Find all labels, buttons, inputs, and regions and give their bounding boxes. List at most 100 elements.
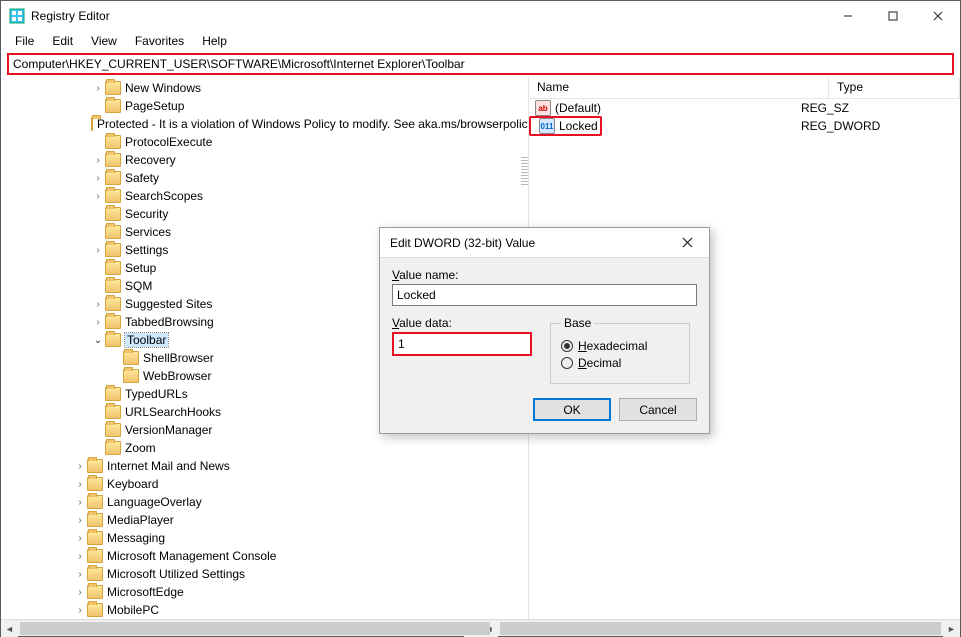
folder-icon xyxy=(105,99,121,113)
folder-icon xyxy=(105,333,121,347)
chevron-right-icon[interactable]: › xyxy=(73,515,87,526)
scrollbar-thumb[interactable] xyxy=(20,622,490,635)
tree-item[interactable]: ›Messaging xyxy=(1,529,528,547)
folder-icon xyxy=(87,495,103,509)
tree-item[interactable]: ›SearchScopes xyxy=(1,187,528,205)
scroll-left-icon[interactable]: ◄ xyxy=(1,620,18,637)
string-value-icon: ab xyxy=(535,100,551,116)
tree-item-label: Services xyxy=(125,225,171,239)
chevron-right-icon[interactable]: › xyxy=(91,317,105,328)
folder-icon xyxy=(105,279,121,293)
scrollbar-horiz[interactable]: ◄ ► ◄ ► xyxy=(1,619,960,636)
value-data-input[interactable] xyxy=(392,332,532,356)
tree-item[interactable]: PageSetup xyxy=(1,97,528,115)
folder-icon xyxy=(105,225,121,239)
list-header: Name Type xyxy=(529,77,960,99)
chevron-right-icon[interactable]: › xyxy=(91,155,105,166)
dialog-close-button[interactable] xyxy=(676,233,699,253)
folder-icon xyxy=(105,243,121,257)
splitter-handle[interactable] xyxy=(521,157,529,187)
tree-item[interactable]: ›LanguageOverlay xyxy=(1,493,528,511)
tree-item[interactable]: ›Keyboard xyxy=(1,475,528,493)
tree-item-label: Recovery xyxy=(125,153,176,167)
radio-hex[interactable]: Hexadecimal xyxy=(561,339,679,353)
col-name-header[interactable]: Name xyxy=(529,77,829,98)
tree-item[interactable]: ›MobilePC xyxy=(1,601,528,619)
tree-item[interactable]: ›Internet Mail and News xyxy=(1,457,528,475)
folder-icon xyxy=(105,441,121,455)
tree-item[interactable]: ›MediaPlayer xyxy=(1,511,528,529)
folder-icon xyxy=(87,477,103,491)
folder-icon xyxy=(105,207,121,221)
menu-help[interactable]: Help xyxy=(194,32,235,50)
menu-view[interactable]: View xyxy=(83,32,125,50)
chevron-right-icon[interactable]: › xyxy=(73,461,87,472)
ok-button[interactable]: OK xyxy=(533,398,611,421)
folder-icon xyxy=(105,387,121,401)
folder-icon xyxy=(105,423,121,437)
tree-item[interactable]: › Microsoft Management Console xyxy=(1,547,528,565)
tree-item-label: Security xyxy=(125,207,168,221)
cancel-button[interactable]: Cancel xyxy=(619,398,697,421)
col-type-header[interactable]: Type xyxy=(829,77,960,98)
titlebar: Registry Editor xyxy=(1,1,960,31)
chevron-right-icon[interactable]: › xyxy=(91,173,105,184)
tree-item-label: Suggested Sites xyxy=(125,297,212,311)
radio-dec-label: Decimal xyxy=(578,356,621,370)
value-name-label: Value name: xyxy=(392,268,697,282)
folder-icon xyxy=(105,315,121,329)
tree-item[interactable]: Security xyxy=(1,205,528,223)
tree-item[interactable]: Protected - It is a violation of Windows… xyxy=(1,115,528,133)
tree-item-label: Microsoft Management Console xyxy=(107,549,276,563)
tree-item[interactable]: ›New Windows xyxy=(1,79,528,97)
tree-item-label: VersionManager xyxy=(125,423,212,437)
tree-item[interactable]: ›MicrosoftEdge xyxy=(1,583,528,601)
chevron-right-icon[interactable]: › xyxy=(73,605,87,616)
chevron-right-icon[interactable]: › xyxy=(91,299,105,310)
chevron-right-icon[interactable]: › xyxy=(91,191,105,202)
tree-item[interactable]: ›Microsoft Utilized Settings xyxy=(1,565,528,583)
chevron-right-icon[interactable]: › xyxy=(73,497,87,508)
radio-dec-input[interactable] xyxy=(561,357,573,369)
chevron-right-icon[interactable]: › xyxy=(73,551,87,562)
value-type: REG_DWORD xyxy=(801,119,880,133)
maximize-button[interactable] xyxy=(870,1,915,31)
folder-icon xyxy=(87,585,103,599)
tree-item-label: PageSetup xyxy=(125,99,184,113)
tree-item[interactable]: › Recovery xyxy=(1,151,528,169)
chevron-right-icon[interactable]: › xyxy=(73,479,87,490)
folder-icon xyxy=(87,603,103,617)
chevron-right-icon[interactable]: › xyxy=(91,83,105,94)
tree-item[interactable]: ›Safety xyxy=(1,169,528,187)
folder-icon xyxy=(105,171,121,185)
radio-hex-input[interactable] xyxy=(561,340,573,352)
list-row[interactable]: 011LockedREG_DWORD xyxy=(529,117,960,135)
value-name-input[interactable] xyxy=(392,284,697,306)
chevron-right-icon[interactable]: › xyxy=(73,587,87,598)
menu-file[interactable]: File xyxy=(7,32,42,50)
menu-favorites[interactable]: Favorites xyxy=(127,32,192,50)
tree-item[interactable]: Zoom xyxy=(1,439,528,457)
chevron-right-icon[interactable]: › xyxy=(91,245,105,256)
value-data-label: Value data: xyxy=(392,316,532,330)
tree-item-label: TypedURLs xyxy=(125,387,188,401)
chevron-right-icon[interactable]: › xyxy=(73,569,87,580)
folder-icon xyxy=(105,189,121,203)
minimize-button[interactable] xyxy=(825,1,870,31)
tree-item-label: ShellBrowser xyxy=(143,351,214,365)
base-fieldset: Base Hexadecimal Decimal xyxy=(550,316,690,384)
radio-dec[interactable]: Decimal xyxy=(561,356,679,370)
value-name: Locked xyxy=(559,119,598,133)
chevron-down-icon[interactable]: ⌄ xyxy=(91,335,105,346)
scrollbar-thumb-2[interactable] xyxy=(500,622,942,635)
tree-item-label: WebBrowser xyxy=(143,369,211,383)
chevron-right-icon[interactable]: › xyxy=(73,533,87,544)
app-icon xyxy=(9,8,25,24)
scroll-right-icon-2[interactable]: ► xyxy=(943,620,960,637)
menu-edit[interactable]: Edit xyxy=(44,32,81,50)
folder-icon xyxy=(87,531,103,545)
list-row[interactable]: ab(Default)REG_SZ xyxy=(529,99,960,117)
tree-item[interactable]: ProtocolExecute xyxy=(1,133,528,151)
close-button[interactable] xyxy=(915,1,960,31)
address-bar[interactable]: Computer\HKEY_CURRENT_USER\SOFTWARE\Micr… xyxy=(7,53,954,75)
